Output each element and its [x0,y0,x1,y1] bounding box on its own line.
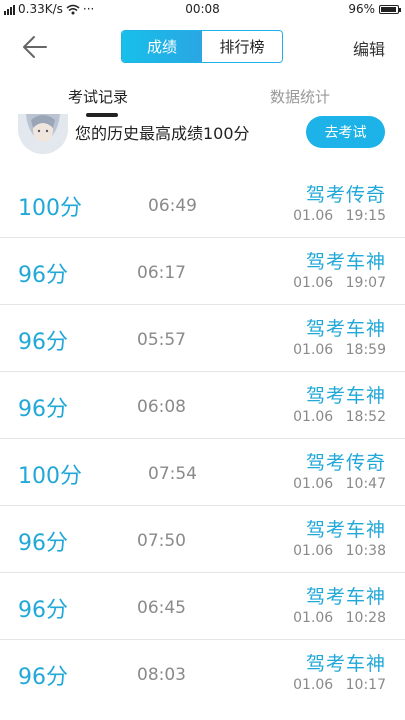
edit-button[interactable]: 编辑 [353,36,385,60]
record-row[interactable]: 96分 06:45 驾考车神 01.06 10:28 [0,574,405,640]
record-row[interactable]: 96分 06:08 驾考车神 01.06 18:52 [0,373,405,439]
record-date: 01.06 10:17 [293,677,386,693]
back-button[interactable] [20,32,50,62]
back-arrow-icon [23,36,47,58]
take-exam-button[interactable]: 去考试 [306,116,385,148]
record-row[interactable]: 96分 06:17 驾考车神 01.06 19:07 [0,239,405,305]
segment-scores[interactable]: 成绩 [122,31,202,62]
record-row[interactable]: 96分 05:57 驾考车神 01.06 18:59 [0,306,405,372]
segment-ranking[interactable]: 排行榜 [202,31,282,62]
record-duration: 07:54 [148,464,197,484]
record-duration: 06:17 [137,263,186,283]
record-date: 01.06 10:47 [293,476,386,492]
record-title: 驾考传奇 [305,184,386,206]
record-date: 01.06 18:52 [293,409,386,425]
record-title: 驾考车神 [305,586,386,608]
record-date: 01.06 10:28 [293,610,386,626]
best-score-text: 您的历史最高成绩100分 [75,124,250,143]
record-title: 驾考车神 [305,318,386,340]
record-title: 驾考车神 [305,385,386,407]
record-duration: 06:49 [148,196,197,216]
record-score: 96分 [18,531,68,556]
record-title: 驾考车神 [305,653,386,675]
battery-icon [379,4,401,14]
nav-bar: 成绩 排行榜 编辑 [0,22,405,72]
record-row[interactable]: 100分 07:54 驾考传奇 01.06 10:47 [0,440,405,506]
record-date: 01.06 19:07 [293,275,386,291]
record-score: 100分 [18,196,82,221]
record-score: 96分 [18,665,68,690]
record-row[interactable]: 96分 08:03 驾考车神 01.06 10:17 [0,641,405,707]
record-duration: 06:08 [137,397,186,417]
record-date: 01.06 10:38 [293,543,386,559]
record-score: 96分 [18,330,68,355]
record-title: 驾考传奇 [305,452,386,474]
tab-exam-records[interactable]: 考试记录 [68,86,128,107]
record-date: 01.06 19:15 [293,208,386,224]
tab-data-stats[interactable]: 数据统计 [270,86,330,107]
record-score: 96分 [18,263,68,288]
record-score: 100分 [18,464,82,489]
record-duration: 05:57 [137,330,186,350]
record-row[interactable]: 96分 07:50 驾考车神 01.06 10:38 [0,507,405,573]
best-score-banner: 您的历史最高成绩100分 去考试 [0,114,405,172]
record-score: 96分 [18,598,68,623]
clock: 00:08 [185,2,220,16]
record-duration: 08:03 [137,665,186,685]
record-date: 01.06 18:59 [293,342,386,358]
battery-percent: 96% [348,2,375,16]
record-duration: 07:50 [137,531,186,551]
record-title: 驾考车神 [305,519,386,541]
tab-bar: 考试记录 数据统计 [0,80,405,117]
record-title: 驾考车神 [305,251,386,273]
avatar [18,114,68,154]
record-score: 96分 [18,397,68,422]
status-bar: 0.33K/s ··· 00:08 96% [0,0,405,18]
record-row[interactable]: 100分 06:49 驾考传奇 01.06 19:15 [0,172,405,238]
segment-control: 成绩 排行榜 [121,30,283,63]
record-duration: 06:45 [137,598,186,618]
